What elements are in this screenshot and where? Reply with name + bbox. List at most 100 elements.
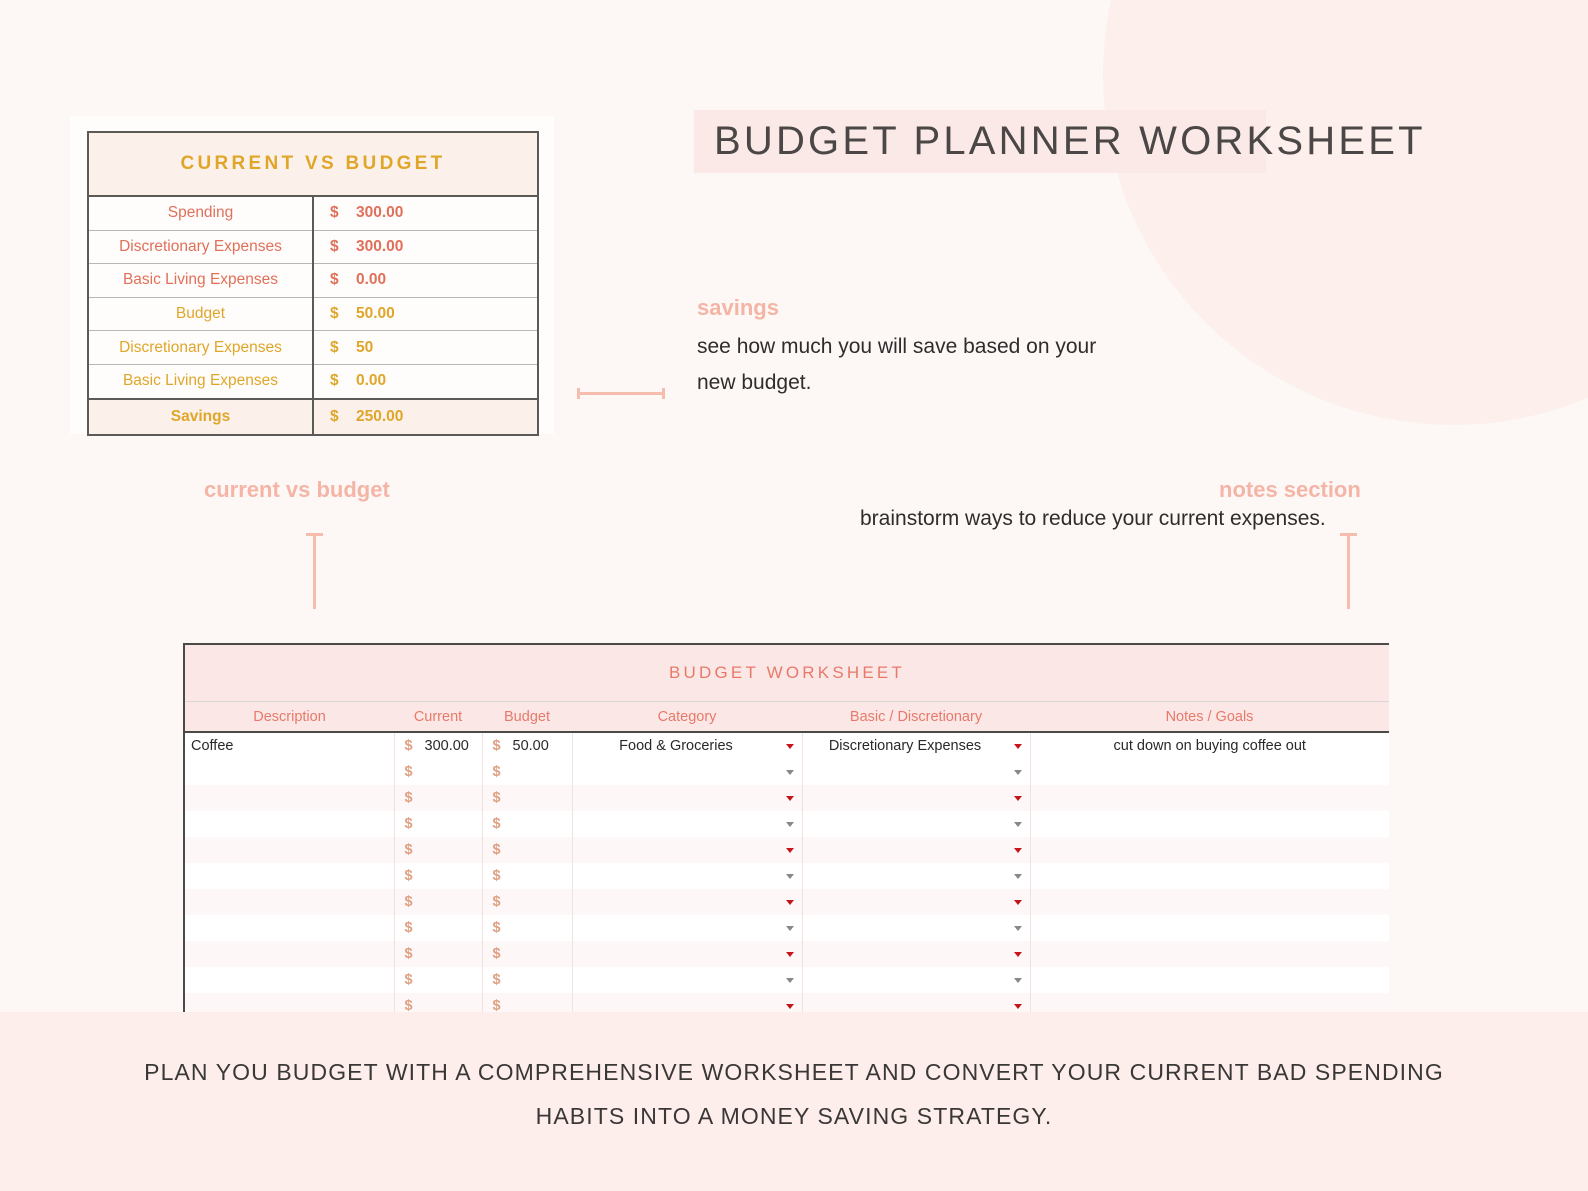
- chevron-down-icon[interactable]: [785, 978, 794, 983]
- chevron-down-icon[interactable]: [785, 822, 794, 827]
- table-row[interactable]: $ $: [184, 785, 1389, 811]
- cell-budget[interactable]: $: [482, 759, 573, 785]
- cell-description[interactable]: [184, 915, 395, 941]
- cell-category-dropdown[interactable]: [572, 993, 803, 1012]
- cell-basic-discretionary-dropdown[interactable]: [802, 837, 1031, 863]
- chevron-down-icon[interactable]: [785, 1004, 794, 1009]
- chevron-down-icon[interactable]: [1013, 900, 1022, 905]
- table-row[interactable]: $ $: [184, 759, 1389, 785]
- cell-notes[interactable]: [1030, 759, 1389, 785]
- cell-notes[interactable]: [1030, 967, 1389, 993]
- cell-current[interactable]: $: [394, 915, 483, 941]
- chevron-down-icon[interactable]: [1013, 796, 1022, 801]
- cell-current[interactable]: $: [394, 837, 483, 863]
- cell-category-dropdown[interactable]: [572, 941, 803, 967]
- cell-description[interactable]: [184, 759, 395, 785]
- cell-basic-discretionary-dropdown[interactable]: [802, 785, 1031, 811]
- cell-budget[interactable]: $: [482, 811, 573, 837]
- cell-notes[interactable]: [1030, 915, 1389, 941]
- cell-description[interactable]: Coffee: [184, 732, 395, 759]
- cell-notes[interactable]: [1030, 993, 1389, 1012]
- chevron-down-icon[interactable]: [1013, 770, 1022, 775]
- cell-category-dropdown[interactable]: [572, 915, 803, 941]
- cell-notes[interactable]: [1030, 863, 1389, 889]
- cell-description[interactable]: [184, 785, 395, 811]
- cell-notes[interactable]: [1030, 837, 1389, 863]
- cell-basic-discretionary-dropdown[interactable]: [802, 863, 1031, 889]
- cell-notes[interactable]: [1030, 811, 1389, 837]
- cell-notes[interactable]: [1030, 785, 1389, 811]
- cell-description[interactable]: [184, 941, 395, 967]
- cell-current[interactable]: $: [394, 993, 483, 1012]
- chevron-down-icon[interactable]: [785, 900, 794, 905]
- table-row[interactable]: $ $: [184, 941, 1389, 967]
- cell-category-dropdown[interactable]: [572, 811, 803, 837]
- table-row[interactable]: $ $: [184, 811, 1389, 837]
- cell-current[interactable]: $: [394, 785, 483, 811]
- cell-current[interactable]: $: [394, 889, 483, 915]
- chevron-down-icon[interactable]: [785, 926, 794, 931]
- cell-budget[interactable]: $: [482, 967, 573, 993]
- cell-category-dropdown[interactable]: [572, 863, 803, 889]
- table-row[interactable]: $ $: [184, 915, 1389, 941]
- cell-budget[interactable]: $: [482, 915, 573, 941]
- table-row[interactable]: $ $: [184, 889, 1389, 915]
- chevron-down-icon[interactable]: [1013, 822, 1022, 827]
- cell-basic-discretionary-dropdown[interactable]: [802, 915, 1031, 941]
- cell-basic-discretionary-dropdown[interactable]: [802, 993, 1031, 1012]
- chevron-down-icon[interactable]: [785, 952, 794, 957]
- cell-basic-discretionary-dropdown[interactable]: [802, 759, 1031, 785]
- chevron-down-icon[interactable]: [785, 848, 794, 853]
- cell-category-dropdown[interactable]: [572, 967, 803, 993]
- cell-budget[interactable]: $: [482, 837, 573, 863]
- chevron-down-icon[interactable]: [1013, 744, 1022, 749]
- table-row[interactable]: $ $: [184, 837, 1389, 863]
- cell-basic-discretionary-dropdown[interactable]: [802, 889, 1031, 915]
- cell-description[interactable]: [184, 811, 395, 837]
- chevron-down-icon[interactable]: [1013, 952, 1022, 957]
- chevron-down-icon[interactable]: [785, 770, 794, 775]
- chevron-down-icon[interactable]: [1013, 978, 1022, 983]
- cell-notes[interactable]: cut down on buying coffee out: [1030, 732, 1389, 759]
- cell-budget[interactable]: $50.00: [482, 732, 573, 759]
- cell-budget[interactable]: $: [482, 993, 573, 1012]
- cell-current[interactable]: $: [394, 863, 483, 889]
- cell-basic-discretionary-dropdown[interactable]: Discretionary Expenses: [802, 732, 1031, 759]
- chevron-down-icon[interactable]: [1013, 926, 1022, 931]
- cell-current[interactable]: $: [394, 941, 483, 967]
- cell-description[interactable]: [184, 993, 395, 1012]
- cell-budget[interactable]: $: [482, 941, 573, 967]
- chevron-down-icon[interactable]: [1013, 1004, 1022, 1009]
- chevron-down-icon[interactable]: [785, 744, 794, 749]
- cell-basic-discretionary-dropdown[interactable]: [802, 967, 1031, 993]
- cell-category-dropdown[interactable]: [572, 785, 803, 811]
- cell-current[interactable]: $: [394, 967, 483, 993]
- cell-category-dropdown[interactable]: [572, 837, 803, 863]
- cell-current[interactable]: $: [394, 811, 483, 837]
- chevron-down-icon[interactable]: [1013, 874, 1022, 879]
- table-row[interactable]: $ $: [184, 967, 1389, 993]
- cell-description[interactable]: [184, 889, 395, 915]
- chevron-down-icon[interactable]: [1013, 848, 1022, 853]
- cell-description[interactable]: [184, 863, 395, 889]
- cell-category-dropdown[interactable]: Food & Groceries: [572, 732, 803, 759]
- table-row[interactable]: Coffee $300.00 $50.00 Food & Groceries D…: [184, 732, 1389, 759]
- cell-budget[interactable]: $: [482, 785, 573, 811]
- cell-category-dropdown[interactable]: [572, 889, 803, 915]
- cell-budget[interactable]: $: [482, 863, 573, 889]
- chevron-down-icon[interactable]: [785, 796, 794, 801]
- cell-basic-discretionary-dropdown[interactable]: [802, 941, 1031, 967]
- cell-notes[interactable]: [1030, 941, 1389, 967]
- cell-description[interactable]: [184, 837, 395, 863]
- cell-notes[interactable]: [1030, 889, 1389, 915]
- cell-current[interactable]: $300.00: [394, 732, 483, 759]
- cell-description[interactable]: [184, 967, 395, 993]
- cell-basic-discretionary-dropdown[interactable]: [802, 811, 1031, 837]
- cvb-label: Spending: [88, 196, 314, 231]
- table-row[interactable]: $ $: [184, 863, 1389, 889]
- cell-current[interactable]: $: [394, 759, 483, 785]
- table-row[interactable]: $ $: [184, 993, 1389, 1012]
- cell-category-dropdown[interactable]: [572, 759, 803, 785]
- cell-budget[interactable]: $: [482, 889, 573, 915]
- chevron-down-icon[interactable]: [785, 874, 794, 879]
